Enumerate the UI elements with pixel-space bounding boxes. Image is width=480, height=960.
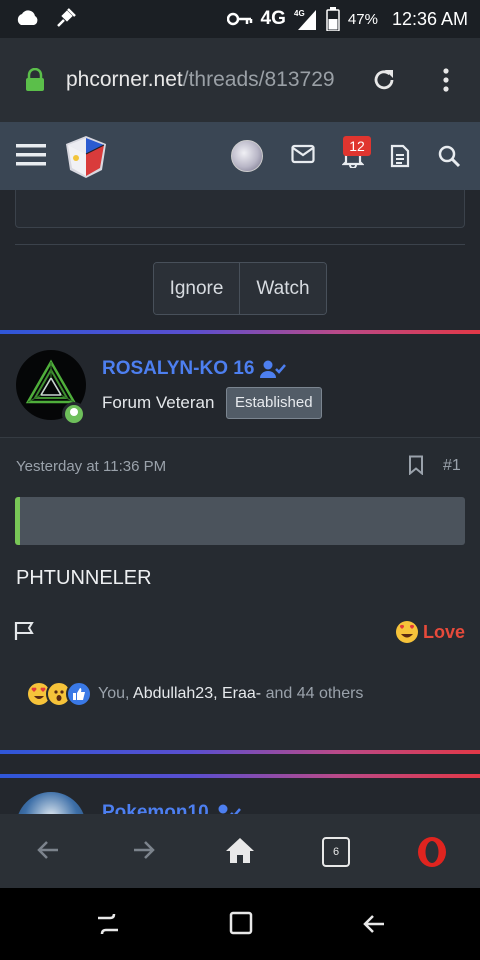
post-separator <box>0 330 480 334</box>
love-reaction-button[interactable]: Love <box>395 620 465 644</box>
site-header: 12 <box>0 122 480 190</box>
reaction-user-1[interactable]: Abdullah23, <box>133 685 218 702</box>
clock: 12:36 AM <box>391 8 468 29</box>
post-date[interactable]: Yesterday at 11:36 PM <box>16 458 166 475</box>
opera-icon[interactable] <box>416 836 448 868</box>
site-logo[interactable] <box>62 132 110 180</box>
user-title: Forum Veteran <box>102 393 215 412</box>
tabs-icon[interactable]: 6 <box>322 837 350 867</box>
avatar[interactable] <box>231 140 263 172</box>
post: ROSALYN-KO 16 Forum Veteran Established … <box>0 335 480 750</box>
ignore-button[interactable]: Ignore <box>154 263 240 314</box>
system-back-icon[interactable] <box>360 910 388 938</box>
post-user-block: ROSALYN-KO 16 Forum Veteran Established <box>0 335 480 438</box>
recent-apps-icon[interactable] <box>94 910 122 938</box>
user-check-icon <box>260 360 287 378</box>
reaction-icons <box>26 681 92 707</box>
status-left <box>14 6 78 30</box>
reaction-others[interactable]: and 44 others <box>266 685 364 702</box>
previous-block <box>15 190 465 228</box>
user-check-icon <box>218 804 241 814</box>
battery-percent: 47% <box>347 10 378 28</box>
reload-icon[interactable] <box>370 66 398 94</box>
post-author[interactable]: ROSALYN-KO 16 <box>102 358 287 380</box>
hamburger-icon[interactable] <box>16 142 46 168</box>
svg-text:4G: 4G <box>294 9 305 18</box>
post-body: PHTUNNELER <box>16 567 152 589</box>
next-post-avatar[interactable] <box>16 792 86 814</box>
home-square-icon[interactable] <box>228 910 254 936</box>
next-post-author-name: Pokemon10 <box>102 802 209 814</box>
reaction-user-2[interactable]: Eraa- <box>222 685 261 702</box>
signal-icon: 4G <box>294 9 316 30</box>
online-status-indicator <box>62 402 86 426</box>
next-post-author[interactable]: Pokemon10 <box>102 802 241 814</box>
mail-icon[interactable] <box>291 144 315 164</box>
quote-block <box>15 497 465 545</box>
reactions-summary[interactable]: You, Abdullah23, Eraa- and 44 others <box>26 681 363 707</box>
user-banner: Established <box>226 387 322 419</box>
reaction-you: You, <box>98 685 130 702</box>
lock-icon <box>26 68 44 91</box>
thread-content[interactable]: Ignore Watch ROSALYN-KO 16 Forum Veteran… <box>0 190 480 814</box>
battery-icon <box>326 7 340 31</box>
satellite-icon <box>57 8 76 27</box>
member-action-buttons: Ignore Watch <box>153 262 327 315</box>
forward-arrow-icon[interactable] <box>130 836 158 864</box>
url-path: /threads/813729 <box>182 68 335 91</box>
love-reaction-label: Love <box>422 621 465 642</box>
cloud-icon <box>17 10 38 25</box>
post-separator <box>0 750 480 754</box>
post-number[interactable]: #1 <box>443 457 461 475</box>
report-flag-icon[interactable] <box>14 621 36 641</box>
document-icon[interactable] <box>390 144 410 168</box>
url-host: phcorner.net <box>66 68 183 91</box>
divider <box>15 244 465 245</box>
home-icon[interactable] <box>225 836 255 864</box>
next-post: Pokemon10 <box>0 778 480 814</box>
browser-bottom-nav: 6 <box>0 814 480 888</box>
android-nav-bar <box>0 888 480 960</box>
overflow-menu-icon[interactable] <box>438 66 454 94</box>
bookmark-icon[interactable] <box>408 455 424 475</box>
notification-badge: 12 <box>343 136 371 156</box>
status-bar: 4G 4G 47% 12:36 AM <box>0 0 480 38</box>
search-icon[interactable] <box>437 144 461 168</box>
post-author-name: ROSALYN-KO 16 <box>102 358 255 379</box>
back-arrow-icon[interactable] <box>34 836 62 864</box>
heart-eyes-emoji-icon <box>395 621 418 643</box>
watch-button[interactable]: Watch <box>240 263 326 314</box>
browser-url-bar: phcorner.net/threads/813729 <box>0 38 480 122</box>
like-icon <box>66 681 92 707</box>
key-icon <box>226 12 252 26</box>
network-type: 4G <box>260 8 286 29</box>
status-right: 4G 4G 47% 12:36 AM <box>226 7 468 31</box>
url-field[interactable]: phcorner.net/threads/813729 <box>66 68 350 92</box>
screen: 4G 4G 47% 12:36 AM phcorner.net/threads/… <box>0 0 480 960</box>
reactions-text: You, Abdullah23, Eraa- and 44 others <box>98 685 363 703</box>
